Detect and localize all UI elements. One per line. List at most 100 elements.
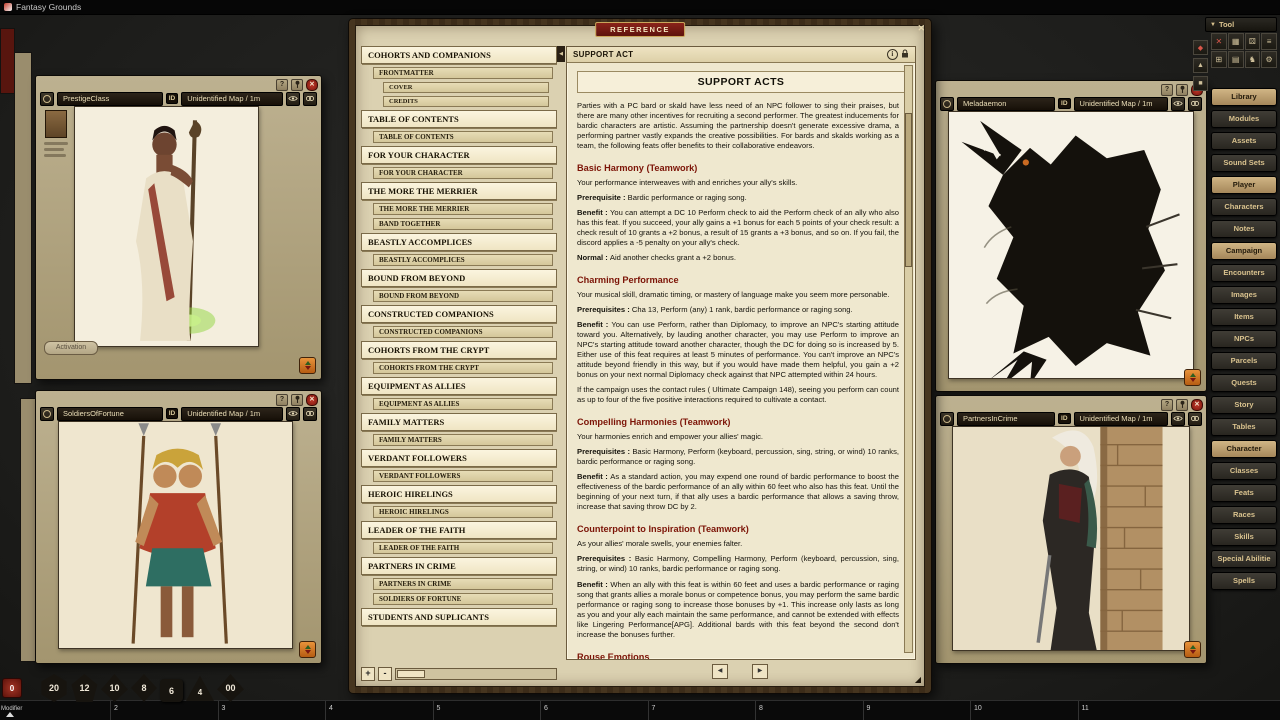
- sidebar-button[interactable]: Notes: [1211, 220, 1277, 238]
- toc-entry[interactable]: PARTNERS IN CRIME: [361, 557, 557, 575]
- toc-entry[interactable]: BAND TOGETHER: [373, 218, 553, 230]
- hotbar-slot[interactable]: 4: [325, 701, 433, 720]
- reference-tab[interactable]: REFERENCE: [595, 22, 685, 37]
- pin-icon[interactable]: [1176, 399, 1188, 411]
- hotbar-slot[interactable]: 5: [433, 701, 541, 720]
- sidebar-button[interactable]: Special Abilitie: [1211, 550, 1277, 568]
- die[interactable]: 00: [217, 674, 244, 702]
- eye-icon[interactable]: [286, 407, 300, 421]
- tool-side-button-1[interactable]: ◆: [1193, 40, 1208, 55]
- hotbar-slot[interactable]: 6: [540, 701, 648, 720]
- toc-entry[interactable]: THE MORE THE MERRIER: [361, 182, 557, 200]
- sidebar-button[interactable]: Modules: [1211, 110, 1277, 128]
- toc-entry[interactable]: COHORTS AND COMPANIONS: [361, 46, 557, 64]
- help-icon[interactable]: ?: [276, 79, 288, 91]
- hotbar-slot[interactable]: 8: [755, 701, 863, 720]
- sidebar-button[interactable]: Skills: [1211, 528, 1277, 546]
- toc-entry[interactable]: EQUIPMENT AS ALLIES: [373, 398, 553, 410]
- hotbar-slot[interactable]: 7: [648, 701, 756, 720]
- die[interactable]: 20: [40, 674, 68, 702]
- hotbar-slot[interactable]: 3: [218, 701, 326, 720]
- map-field[interactable]: Unidentified Map / 1m: [1074, 412, 1168, 426]
- horizontal-scrollbar[interactable]: [395, 668, 557, 680]
- record-name-field[interactable]: SoldiersOfFortune: [57, 407, 163, 421]
- zoom-in-button[interactable]: +: [361, 667, 375, 681]
- vertical-scrollbar[interactable]: [904, 65, 913, 653]
- close-icon[interactable]: ✕: [306, 394, 318, 406]
- next-page-button[interactable]: ▶: [752, 664, 768, 679]
- toc-entry[interactable]: VERDANT FOLLOWERS: [361, 449, 557, 467]
- sidebar-button[interactable]: Characters: [1211, 198, 1277, 216]
- tool-button-8[interactable]: ⚙: [1261, 51, 1277, 68]
- sidebar-button[interactable]: Quests: [1211, 374, 1277, 392]
- link-icon[interactable]: [303, 407, 317, 421]
- sidebar-button[interactable]: NPCs: [1211, 330, 1277, 348]
- module-icon[interactable]: [299, 641, 316, 658]
- sidebar-button[interactable]: Feats: [1211, 484, 1277, 502]
- sidebar-button[interactable]: Story: [1211, 396, 1277, 414]
- tool-button-4[interactable]: ≡: [1261, 33, 1277, 50]
- sidebar-button[interactable]: Parcels: [1211, 352, 1277, 370]
- help-icon[interactable]: ?: [276, 394, 288, 406]
- tool-button-7[interactable]: ♞: [1245, 51, 1261, 68]
- tool-button-2[interactable]: ▦: [1228, 33, 1244, 50]
- toc-entry[interactable]: BEASTLY ACCOMPLICES: [373, 254, 553, 266]
- radial-menu-icon[interactable]: [40, 92, 54, 106]
- toc-entry[interactable]: EQUIPMENT AS ALLIES: [361, 377, 557, 395]
- map-field[interactable]: Unidentified Map / 1m: [181, 407, 283, 421]
- record-name-field[interactable]: PartnersInCrime: [957, 412, 1055, 426]
- toc-entry[interactable]: LEADER OF THE FAITH: [361, 521, 557, 539]
- toc-entry[interactable]: CREDITS: [383, 96, 549, 107]
- info-icon[interactable]: i: [887, 49, 898, 60]
- scrollbar-thumb[interactable]: [905, 113, 912, 267]
- tool-button-5[interactable]: ⊞: [1211, 51, 1227, 68]
- link-icon[interactable]: [303, 92, 317, 106]
- sidebar-button[interactable]: Images: [1211, 286, 1277, 304]
- previous-page-button[interactable]: ◀: [712, 664, 728, 679]
- toc-entry[interactable]: LEADER OF THE FAITH: [373, 542, 553, 554]
- scrollbar-thumb[interactable]: [397, 670, 425, 678]
- module-icon[interactable]: [1184, 641, 1201, 658]
- module-icon[interactable]: [1184, 369, 1201, 386]
- toc-entry[interactable]: FOR YOUR CHARACTER: [373, 167, 553, 179]
- toc-entry[interactable]: THE MORE THE MERRIER: [373, 203, 553, 215]
- radial-menu-icon[interactable]: [40, 407, 54, 421]
- tool-side-button-2[interactable]: ▲: [1193, 58, 1208, 73]
- toc-entry[interactable]: STUDENTS AND SUPLICANTS: [361, 608, 557, 626]
- link-icon[interactable]: [1188, 97, 1202, 111]
- sidebar-button[interactable]: Races: [1211, 506, 1277, 524]
- help-icon[interactable]: ?: [1161, 399, 1173, 411]
- lock-icon[interactable]: [901, 49, 909, 60]
- die[interactable]: 6: [160, 679, 183, 702]
- toc-entry[interactable]: VERDANT FOLLOWERS: [373, 470, 553, 482]
- tool-button-1[interactable]: ✕: [1211, 33, 1227, 50]
- eye-icon[interactable]: [1171, 97, 1185, 111]
- sidebar-button[interactable]: Spells: [1211, 572, 1277, 590]
- collapse-toc-icon[interactable]: ◀: [557, 46, 565, 62]
- tool-side-button-3[interactable]: ■: [1193, 76, 1208, 91]
- toc-entry[interactable]: FAMILY MATTERS: [373, 434, 553, 446]
- resize-grip[interactable]: ◢: [915, 675, 921, 684]
- toc-entry[interactable]: HEROIC HIRELINGS: [361, 485, 557, 503]
- sidebar-button[interactable]: Classes: [1211, 462, 1277, 480]
- close-icon[interactable]: ✕: [306, 79, 318, 91]
- tool-button-3[interactable]: ⚄: [1245, 33, 1261, 50]
- toc-entry[interactable]: TABLE OF CONTENTS: [373, 131, 553, 143]
- pin-icon[interactable]: [1176, 84, 1188, 96]
- tool-panel-header[interactable]: ▼ Tool: [1205, 17, 1277, 32]
- module-icon[interactable]: [299, 357, 316, 374]
- close-icon[interactable]: ✕: [1191, 399, 1203, 411]
- record-name-field[interactable]: Meladaemon: [957, 97, 1055, 111]
- toc-entry[interactable]: BOUND FROM BEYOND: [373, 290, 553, 302]
- toc-entry[interactable]: PARTNERS IN CRIME: [373, 578, 553, 590]
- sidebar-button[interactable]: Sound Sets: [1211, 154, 1277, 172]
- toc-entry[interactable]: CONSTRUCTED COMPANIONS: [361, 305, 557, 323]
- die[interactable]: 10: [101, 674, 128, 702]
- map-field[interactable]: Unidentified Map / 1m: [1074, 97, 1168, 111]
- die[interactable]: 4: [186, 674, 214, 702]
- eye-icon[interactable]: [286, 92, 300, 106]
- sidebar-button[interactable]: Encounters: [1211, 264, 1277, 282]
- toc-entry[interactable]: BEASTLY ACCOMPLICES: [361, 233, 557, 251]
- link-icon[interactable]: [1188, 412, 1202, 426]
- toc-entry[interactable]: CONSTRUCTED COMPANIONS: [373, 326, 553, 338]
